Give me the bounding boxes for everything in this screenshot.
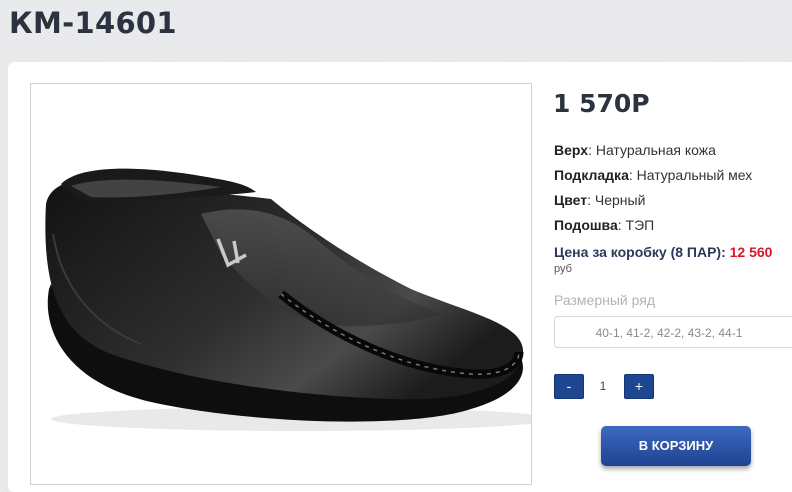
spec-row-sole: Подошва: ТЭП: [554, 217, 655, 233]
quantity-decrease-button[interactable]: -: [554, 374, 584, 399]
spec-key: Цвет: [554, 192, 588, 208]
spec-value: Натуральный мех: [636, 167, 753, 183]
spec-row-upper: Верх: Натуральная кожа: [554, 142, 716, 158]
product-price: 1 570Р: [553, 89, 650, 118]
spec-row-color: Цвет: Черный: [554, 192, 646, 208]
spec-key: Подошва: [554, 217, 618, 233]
spec-key: Подкладка: [554, 167, 629, 183]
box-price-value: 12 560: [729, 244, 773, 260]
box-price-unit: руб: [554, 263, 572, 275]
box-price: Цена за коробку (8 ПАР): 12 560: [554, 244, 772, 260]
size-range-label: Размерный ряд: [554, 292, 656, 308]
spec-value: ТЭП: [625, 217, 655, 233]
spec-key: Верх: [554, 142, 589, 158]
box-price-label: Цена за коробку (8 ПАР):: [554, 244, 726, 260]
add-to-cart-button[interactable]: В КОРЗИНУ: [601, 426, 751, 466]
page-title: КМ-14601: [9, 6, 177, 40]
product-image-frame: [30, 83, 532, 485]
quantity-increase-button[interactable]: +: [624, 374, 654, 399]
quantity-input[interactable]: 1: [588, 374, 618, 399]
loafer-image[interactable]: [31, 84, 531, 484]
spec-row-lining: Подкладка: Натуральный мех: [554, 167, 753, 183]
size-range-field[interactable]: 40-1, 41-2, 42-2, 43-2, 44-1: [554, 316, 792, 348]
product-specs: Верх: Натуральная кожа Подкладка: Натура…: [554, 141, 752, 241]
spec-value: Черный: [594, 192, 646, 208]
spec-value: Натуральная кожа: [595, 142, 716, 158]
